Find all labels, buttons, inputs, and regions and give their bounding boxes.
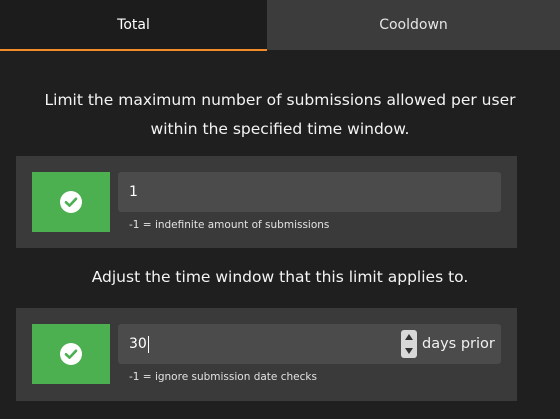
time-window-hint: -1 = ignore submission date checks (129, 371, 317, 383)
tab-bar: Total Cooldown (0, 0, 560, 51)
tab-total[interactable]: Total (0, 0, 267, 51)
max-submissions-row: 1 -1 = indefinite amount of submissions (16, 156, 517, 248)
limit-description-line2: within the specified time window. (150, 120, 410, 138)
spinner-up-arrow-icon[interactable] (405, 334, 413, 340)
check-circle-icon (60, 343, 82, 365)
max-submissions-input[interactable]: 1 (118, 172, 501, 212)
check-circle-icon (60, 191, 82, 213)
text-caret (147, 335, 149, 353)
time-window-text: 30 (129, 324, 149, 364)
tab-cooldown[interactable]: Cooldown (267, 0, 560, 50)
time-window-value: 30 (129, 336, 147, 352)
limit-description: Limit the maximum number of submissions … (0, 86, 560, 144)
tab-total-label: Total (117, 16, 150, 33)
spinner-down-arrow-icon[interactable] (405, 348, 413, 354)
time-window-input[interactable]: 30 days prior (118, 324, 501, 364)
max-submissions-value: 1 (129, 184, 138, 200)
time-window-row: 30 days prior -1 = ignore submission dat… (16, 308, 517, 401)
limit-description-line1: Limit the maximum number of submissions … (44, 91, 516, 109)
spinner-arrows-icon[interactable] (401, 330, 417, 358)
time-window-suffix: days prior (422, 336, 495, 352)
window-description: Adjust the time window that this limit a… (91, 268, 469, 286)
max-submissions-toggle[interactable] (32, 172, 110, 232)
submission-limit-panel: Total Cooldown Limit the maximum number … (0, 0, 560, 419)
max-submissions-hint: -1 = indefinite amount of submissions (129, 219, 330, 231)
tab-cooldown-label: Cooldown (379, 17, 448, 33)
time-window-toggle[interactable] (32, 324, 110, 384)
